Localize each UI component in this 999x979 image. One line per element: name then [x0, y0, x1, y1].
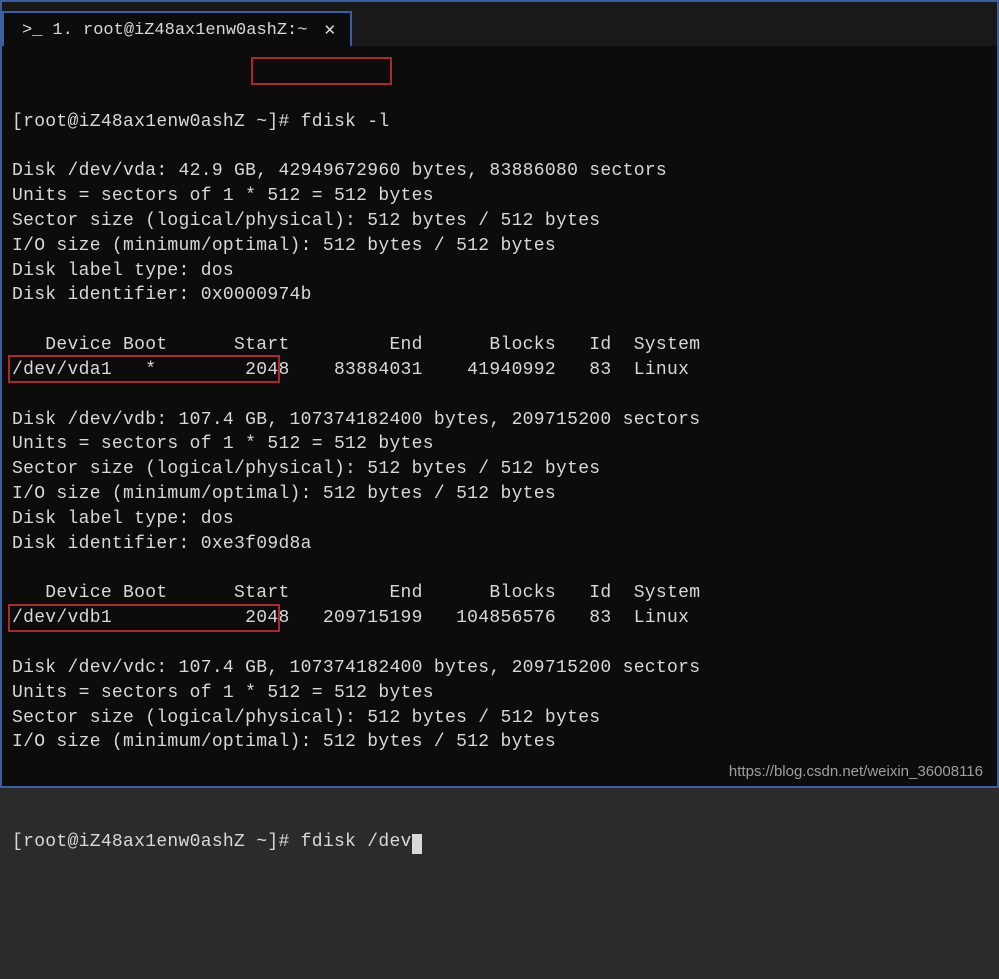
- terminal-line: I/O size (minimum/optimal): 512 bytes / …: [12, 730, 987, 755]
- terminal-line: Units = sectors of 1 * 512 = 512 bytes: [12, 184, 987, 209]
- cursor: [412, 834, 422, 854]
- watermark: https://blog.csdn.net/weixin_36008116: [729, 763, 983, 780]
- terminal-line: [12, 631, 987, 656]
- terminal-line: Sector size (logical/physical): 512 byte…: [12, 457, 987, 482]
- terminal-output[interactable]: [root@iZ48ax1enw0ashZ ~]# fdisk -l Disk …: [2, 46, 997, 786]
- terminal-line: I/O size (minimum/optimal): 512 bytes / …: [12, 482, 987, 507]
- terminal-line: /dev/vda1 * 2048 83884031 41940992 83 Li…: [12, 358, 987, 383]
- prompt-line[interactable]: [root@iZ48ax1enw0ashZ ~]# fdisk /dev: [12, 830, 987, 855]
- terminal-line: I/O size (minimum/optimal): 512 bytes / …: [12, 234, 987, 259]
- close-icon[interactable]: ✕: [323, 21, 336, 40]
- terminal-line: Disk label type: dos: [12, 259, 987, 284]
- terminal-line: [root@iZ48ax1enw0ashZ ~]# fdisk -l: [12, 110, 987, 135]
- terminal-icon: >_: [22, 21, 42, 40]
- terminal-line: Disk identifier: 0x0000974b: [12, 283, 987, 308]
- terminal-line: [12, 383, 987, 408]
- terminal-line: Sector size (logical/physical): 512 byte…: [12, 706, 987, 731]
- terminal-line: Sector size (logical/physical): 512 byte…: [12, 209, 987, 234]
- terminal-tab[interactable]: >_ 1. root@iZ48ax1enw0ashZ:~ ✕: [2, 11, 352, 48]
- terminal-line: /dev/vdb1 2048 209715199 104856576 83 Li…: [12, 606, 987, 631]
- terminal-lines: [root@iZ48ax1enw0ashZ ~]# fdisk -l Disk …: [12, 110, 987, 780]
- terminal-line: [12, 557, 987, 582]
- terminal-line: Units = sectors of 1 * 512 = 512 bytes: [12, 681, 987, 706]
- terminal-line: Disk /dev/vdb: 107.4 GB, 107374182400 by…: [12, 408, 987, 433]
- highlight-fdisk-l: [251, 57, 392, 85]
- terminal-line: Device Boot Start End Blocks Id System: [12, 333, 987, 358]
- tab-title: 1. root@iZ48ax1enw0ashZ:~: [52, 21, 307, 40]
- terminal-line: [12, 134, 987, 159]
- terminal-line: Disk /dev/vdc: 107.4 GB, 107374182400 by…: [12, 656, 987, 681]
- terminal-line: Units = sectors of 1 * 512 = 512 bytes: [12, 432, 987, 457]
- terminal-line: Disk label type: dos: [12, 507, 987, 532]
- tab-bar: >_ 1. root@iZ48ax1enw0ashZ:~ ✕: [2, 2, 997, 46]
- terminal-line: Disk identifier: 0xe3f09d8a: [12, 532, 987, 557]
- prompt-text: [root@iZ48ax1enw0ashZ ~]# fdisk /dev: [12, 832, 412, 852]
- terminal-line: Device Boot Start End Blocks Id System: [12, 581, 987, 606]
- terminal-line: Disk /dev/vda: 42.9 GB, 42949672960 byte…: [12, 159, 987, 184]
- terminal-line: [12, 308, 987, 333]
